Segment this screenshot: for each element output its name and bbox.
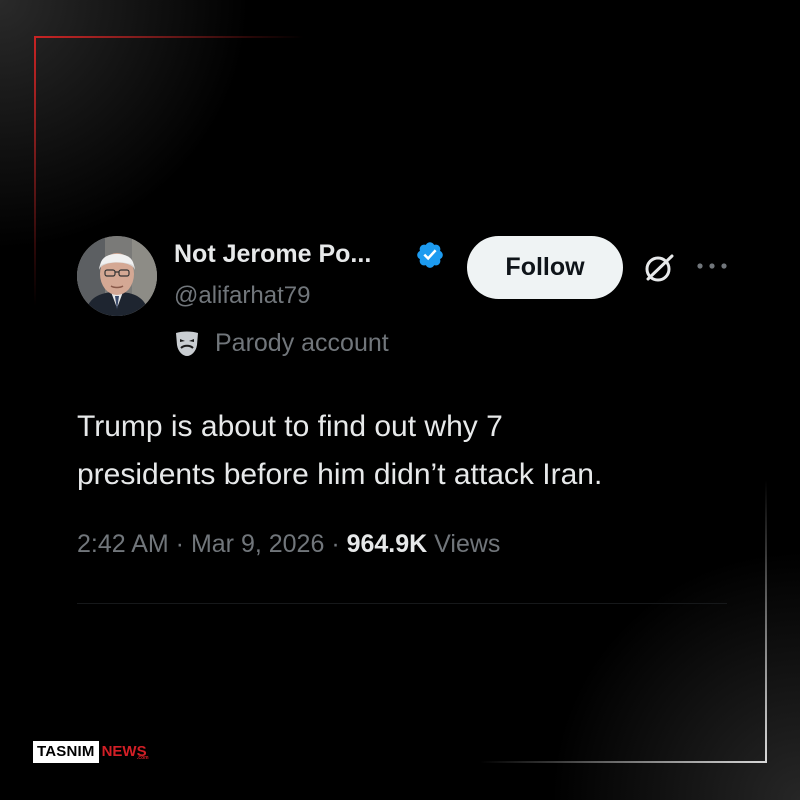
tweet-date[interactable]: Mar 9, 2026	[191, 530, 324, 558]
frame-right-accent	[765, 480, 767, 762]
parody-label: Parody account	[215, 329, 389, 357]
logo-dotcom: .com	[136, 755, 149, 761]
avatar-image	[77, 236, 157, 316]
follow-button-label: Follow	[505, 253, 585, 281]
tweet-text-line-1: Trump is about to find out why 7	[77, 410, 503, 443]
tweet-text: Trump is about to find out why 7 preside…	[77, 403, 757, 499]
tweet-time[interactable]: 2:42 AM	[77, 530, 169, 558]
grok-icon[interactable]	[641, 250, 677, 286]
logo-news-text: NEWS .com	[99, 743, 149, 761]
more-options-icon[interactable]	[694, 258, 730, 274]
frame-bottom-accent	[480, 761, 767, 763]
display-name[interactable]: Not Jerome Po...	[174, 240, 371, 269]
views-count: 964.9K	[346, 530, 428, 558]
verified-badge-icon	[417, 242, 443, 268]
logo-tasnim-text: TASNIM	[33, 741, 99, 763]
meta-separator: ·	[168, 530, 191, 558]
follow-button[interactable]: Follow	[467, 236, 623, 299]
tweet-metadata: 2:42 AM · Mar 9, 2026 · 964.9K Views	[77, 530, 500, 559]
theater-mask-icon	[176, 331, 198, 356]
frame-left-accent	[34, 36, 36, 306]
tasnim-news-logo: TASNIM NEWS .com	[33, 741, 149, 763]
meta-separator: ·	[324, 530, 347, 558]
background-vignette	[0, 0, 800, 800]
user-handle[interactable]: @alifarhat79	[174, 282, 310, 310]
tweet-text-line-2: presidents before him didn’t attack Iran…	[77, 458, 603, 491]
divider	[77, 603, 727, 604]
avatar[interactable]	[77, 236, 157, 316]
frame-top-accent	[34, 36, 304, 38]
views-label: Views	[434, 530, 501, 558]
